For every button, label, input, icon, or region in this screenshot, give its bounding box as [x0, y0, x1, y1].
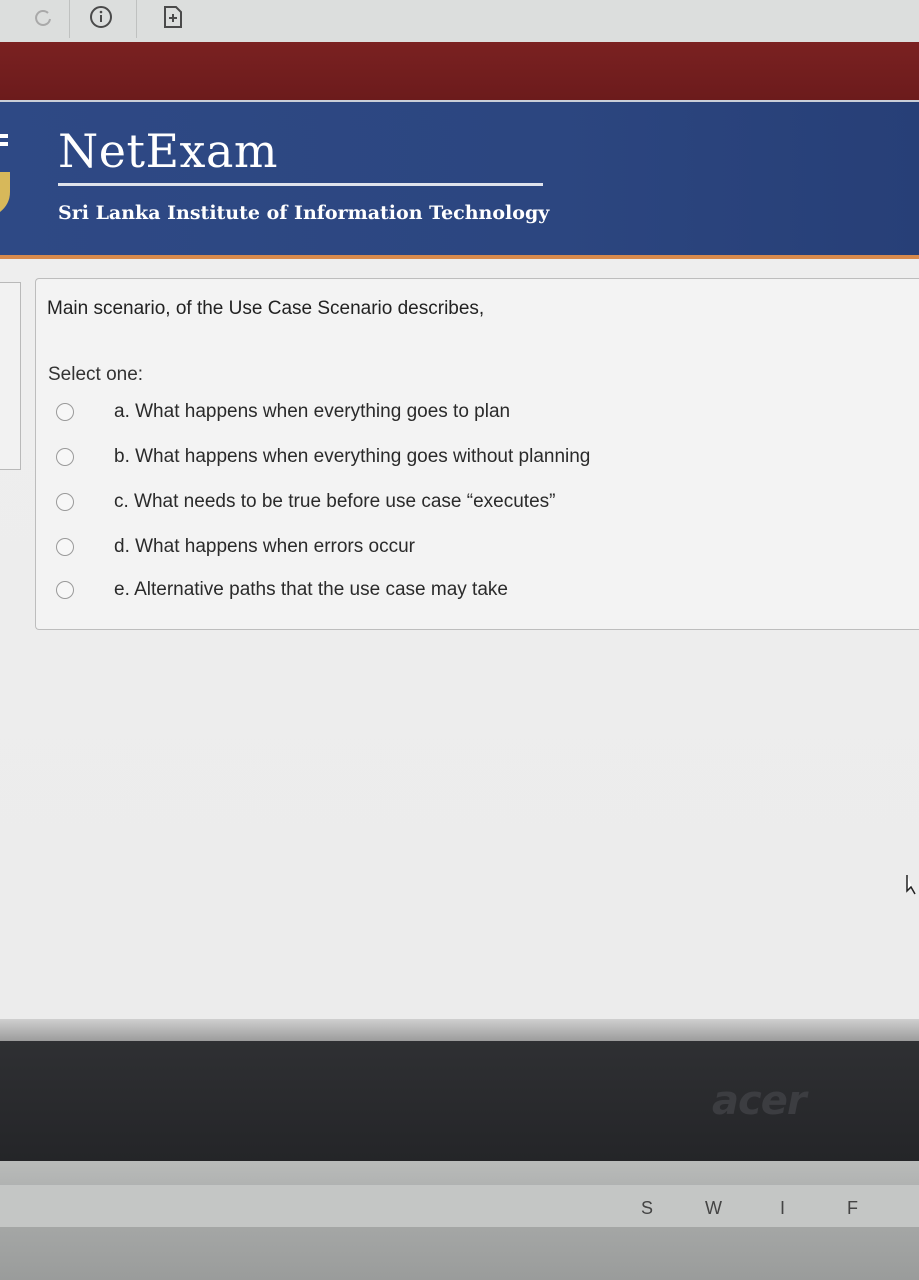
- option-label: b. What happens when everything goes wit…: [114, 446, 591, 467]
- option-label: d. What happens when errors occur: [114, 536, 415, 557]
- radio-button[interactable]: [56, 493, 74, 511]
- screen-bottom-edge: [0, 1019, 919, 1041]
- site-header: NetExam Sri Lanka Institute of Informati…: [0, 100, 919, 257]
- radio-button[interactable]: [56, 538, 74, 556]
- question-card: Main scenario, of the Use Case Scenario …: [35, 278, 919, 630]
- answer-option-c[interactable]: c. What needs to be true before use case…: [56, 487, 756, 517]
- keyboard-key: I: [780, 1198, 786, 1218]
- logo-fragment-icon: [0, 134, 10, 212]
- institute-name: Sri Lanka Institute of Information Techn…: [58, 202, 550, 224]
- answer-option-d[interactable]: d. What happens when errors occur: [56, 532, 756, 562]
- keyboard-key: S: [641, 1198, 654, 1218]
- site-brand-title: NetExam: [58, 124, 279, 178]
- option-label: c. What needs to be true before use case…: [114, 491, 556, 512]
- answer-option-a[interactable]: a. What happens when everything goes to …: [56, 397, 756, 427]
- new-tab-icon[interactable]: [160, 4, 186, 30]
- mouse-cursor-icon: [906, 875, 916, 895]
- question-text: Main scenario, of the Use Case Scenario …: [47, 298, 485, 319]
- answer-option-b[interactable]: b. What happens when everything goes wit…: [56, 442, 756, 472]
- keyboard-key: F: [847, 1198, 858, 1218]
- option-label: e. Alternative paths that the use case m…: [114, 579, 508, 600]
- keyboard-key: W: [705, 1198, 722, 1218]
- toolbar-divider: [136, 0, 137, 38]
- question-info-panel: [0, 282, 21, 470]
- info-icon[interactable]: [88, 4, 114, 30]
- option-label: a. What happens when everything goes to …: [114, 401, 511, 422]
- radio-button[interactable]: [56, 448, 74, 466]
- browser-toolbar: [0, 0, 919, 42]
- answer-option-e[interactable]: e. Alternative paths that the use case m…: [56, 575, 756, 605]
- radio-button[interactable]: [56, 403, 74, 421]
- brand-underline: [58, 183, 543, 186]
- toolbar-divider: [69, 0, 70, 38]
- reload-icon[interactable]: [30, 4, 56, 30]
- laptop-brand-logo: acer: [712, 1078, 807, 1124]
- select-one-label: Select one:: [48, 364, 144, 385]
- top-red-band: [0, 42, 919, 100]
- radio-button[interactable]: [56, 581, 74, 599]
